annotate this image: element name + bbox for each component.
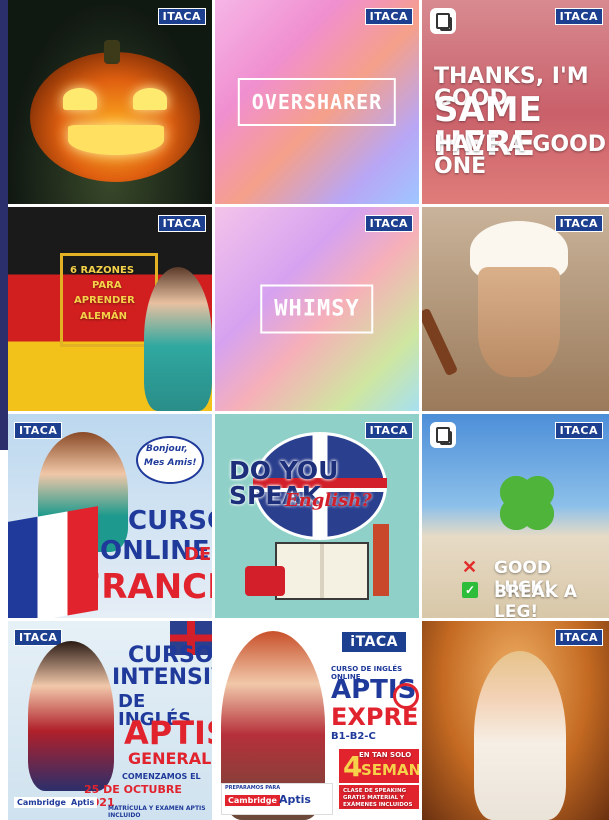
aptis-badge: Aptis [68, 797, 98, 808]
pumpkin-eye-right [133, 88, 167, 110]
weeks-label: SEMANAS [361, 761, 419, 779]
title-line-1: CURSO [128, 643, 212, 668]
drink-glass [478, 267, 560, 377]
grid-tile-aptis-express[interactable]: iTACA CURSO DE INGLÉS ONLINE APTIS EXPRE… [215, 621, 419, 820]
clover-image [500, 476, 554, 530]
grid-tile-curso-frances[interactable]: ITACA Bonjour, Mes Amis! CURSO ONLINE DE… [8, 414, 212, 618]
cambridge-badge: Cambridge [225, 795, 280, 806]
grid-tile-razones-aleman[interactable]: ITACA 6 RAZONES PARA APRENDER ALEMÁN [8, 207, 212, 411]
itaca-logo: ITACA [14, 629, 63, 646]
itaca-logo: ITACA [364, 422, 413, 439]
open-book-illustration [275, 542, 369, 600]
grid-tile-curso-intensivo-aptis[interactable]: ITACA CURSO INTENSIVO DE INGLÉS APTIS GE… [8, 621, 212, 820]
woman-glasses-image [28, 641, 114, 791]
phrase-line-3: HAVE A GOOD ONE [434, 132, 607, 179]
right-phrase: BREAK A LEG! [494, 582, 578, 618]
big-ben-illustration [373, 524, 389, 596]
course-title-line-3: FRANCÉS [78, 567, 212, 607]
x-mark-icon: ✕ [462, 557, 478, 577]
post-grid: ITACA ITACA OVERSHARER ITACA THANKS, I'M… [8, 0, 609, 820]
itaca-logo: ITACA [554, 215, 603, 232]
reasons-line-4: ALEMÁN [80, 311, 128, 322]
bubble-text-1: Bonjour, [146, 444, 188, 454]
start-label: COMENZAMOS EL [122, 772, 201, 781]
course-title-line-1: CURSO [128, 506, 212, 536]
bubble-text-2: Mes Amis! [144, 458, 197, 468]
itaca-logo: ITACA [554, 8, 603, 25]
grid-tile-do-you-speak-english[interactable]: ITACA DO YOU SPEAK English? [215, 414, 419, 618]
reasons-line-1: 6 RAZONES [70, 265, 135, 276]
pumpkin-image [30, 52, 200, 182]
grid-tile-coffee-drink[interactable]: ITACA [422, 207, 609, 411]
itaca-logo: ITACA [157, 8, 206, 25]
pumpkin-eye-left [63, 88, 97, 110]
levels-text: B1-B2-C [331, 731, 376, 742]
title-line-5: GENERAL [128, 749, 212, 768]
itaca-logo: ITACA [157, 215, 206, 232]
itaca-logo: ITACA [364, 8, 413, 25]
weeks-number: 4 [343, 750, 363, 783]
woman-leaves-image [474, 651, 566, 820]
woman-thinking-image [144, 267, 212, 411]
multiple-images-icon [430, 422, 456, 448]
cambridge-badge: Cambridge [14, 797, 69, 808]
grid-tile-halloween-pumpkin[interactable]: ITACA [8, 0, 212, 204]
itaca-logo: ITACA [554, 629, 603, 646]
grid-tile-good-luck[interactable]: ITACA ✕ ✓ GOOD LUCK! BREAK A LEG! [422, 414, 609, 618]
grid-tile-thanks-im-good[interactable]: ITACA THANKS, I'M GOOD SAME HERE HAVE A … [422, 0, 609, 204]
grid-tile-autumn-woman[interactable]: ITACA [422, 621, 609, 820]
itaca-logo: iTACA [341, 631, 407, 653]
check-mark-icon: ✓ [462, 582, 478, 598]
multiple-images-icon [430, 8, 456, 34]
grid-tile-oversharer[interactable]: ITACA OVERSHARER [215, 0, 419, 204]
fine-print: MATRÍCULA Y EXAMEN APTIS INCLUIDO [108, 805, 206, 819]
headline-line-2: English? [285, 490, 372, 511]
itaca-logo: ITACA [14, 422, 63, 439]
reasons-line-2: PARA [92, 280, 122, 291]
itaca-logo: ITACA [554, 422, 603, 439]
course-title-line-2b: DE [184, 544, 212, 565]
aptis-badge: Aptis [279, 793, 311, 806]
reasons-line-3: APRENDER [74, 295, 135, 306]
pumpkin-mouth [68, 125, 164, 155]
itaca-logo: ITACA [364, 215, 413, 232]
cinnamon-sticks [422, 307, 459, 377]
word-of-day-box: OVERSHARER [237, 78, 397, 126]
bus-illustration [245, 566, 285, 596]
stopwatch-icon [393, 683, 419, 709]
word-of-day-box: WHIMSY [260, 284, 374, 334]
title-line-4: APTIS [124, 714, 212, 752]
grid-tile-whimsy[interactable]: ITACA WHIMSY [215, 207, 419, 411]
in-just-label: EN TAN SOLO [359, 751, 412, 759]
extras-text: CLASE DE SPEAKING GRATIS MATERIAL Y EXÁM… [343, 788, 413, 809]
title-line-2: INTENSIVO [112, 665, 212, 690]
pumpkin-stem [104, 40, 120, 64]
left-sidebar-edge [0, 0, 8, 450]
prepare-label: PREPARAMOS PARA [225, 785, 281, 791]
